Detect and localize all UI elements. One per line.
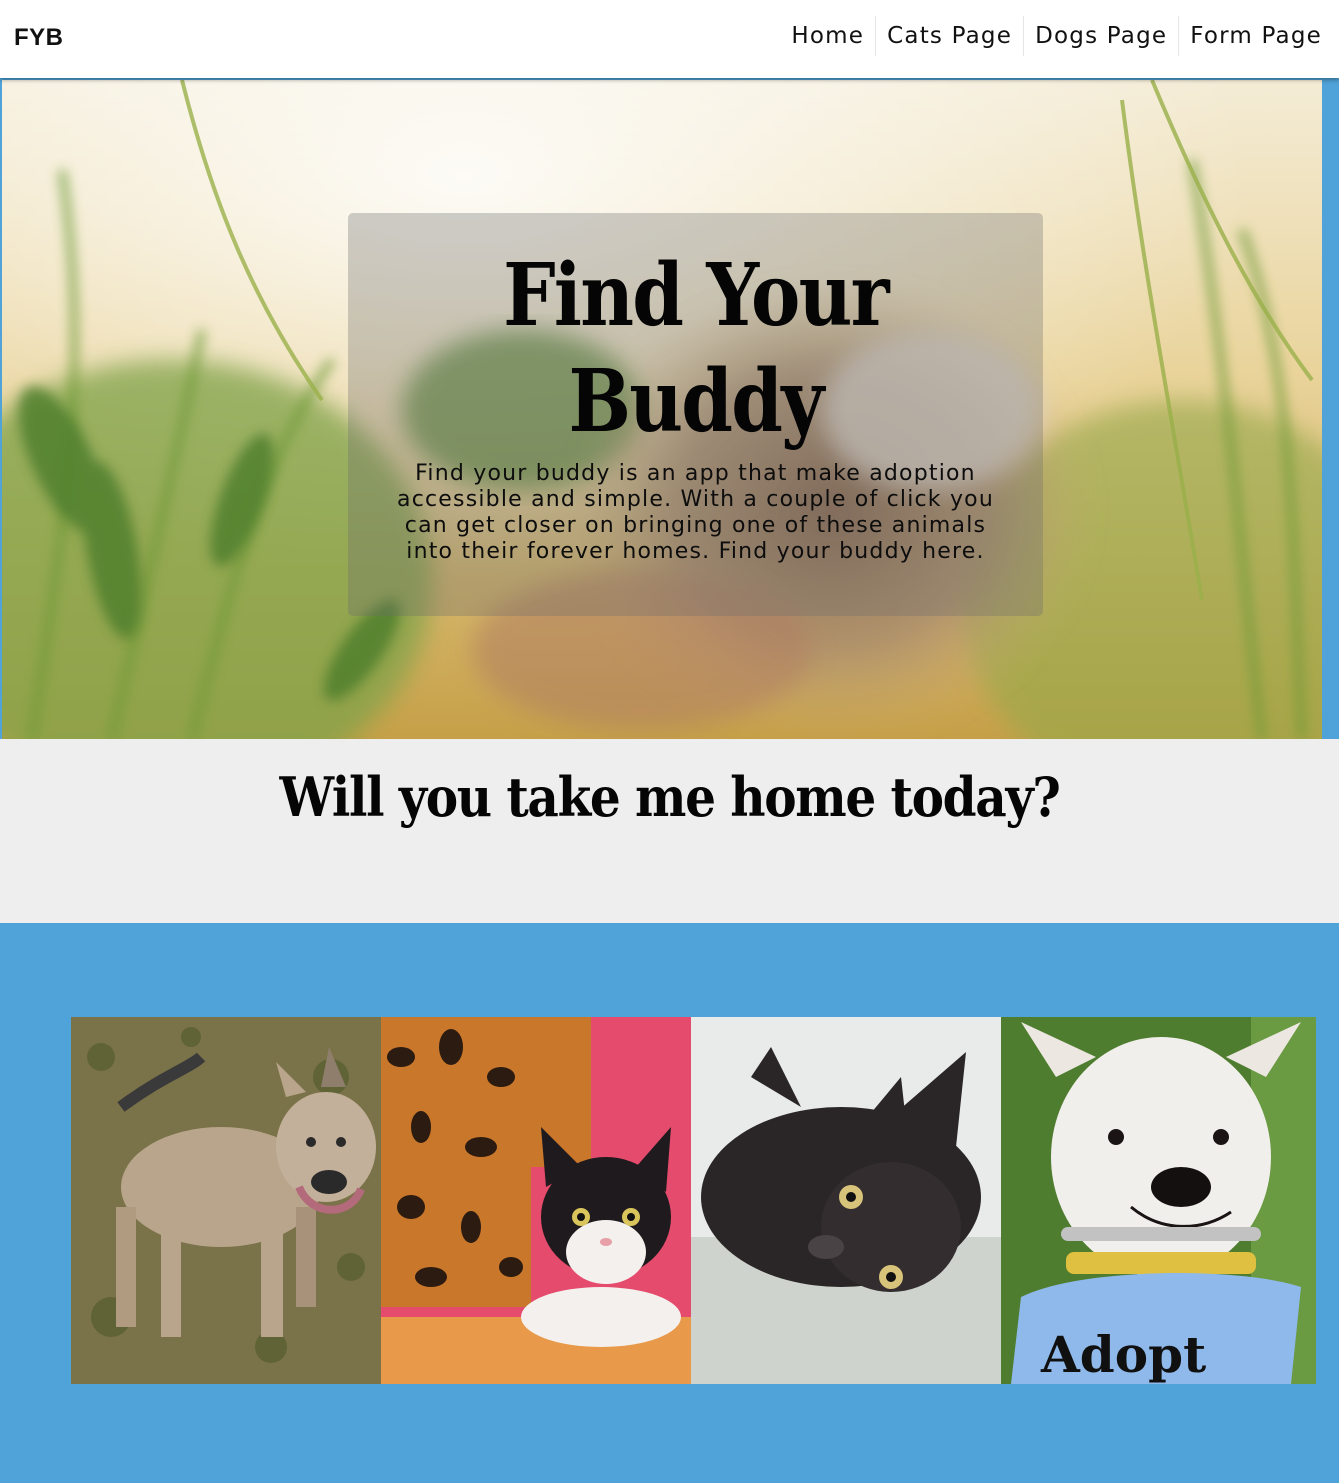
nav-link-cats-page[interactable]: Cats Page bbox=[875, 16, 1023, 56]
tagline-heading: Will you take me home today? bbox=[279, 765, 1061, 829]
dog-photo-tan-pitbull[interactable] bbox=[71, 1017, 381, 1384]
tagline-band: Will you take me home today? bbox=[0, 739, 1339, 923]
navbar: FYB Home Cats Page Dogs Page Form Page bbox=[0, 0, 1339, 78]
hero-title: Find Your Buddy bbox=[397, 243, 995, 455]
nav-link-home[interactable]: Home bbox=[780, 16, 875, 56]
cat-photo-tuxedo[interactable] bbox=[381, 1017, 691, 1384]
hero-title-line1: Find Your bbox=[503, 245, 890, 346]
hero-section: Find Your Buddy Find your buddy is an ap… bbox=[0, 78, 1339, 739]
nav-link-form-page[interactable]: Form Page bbox=[1178, 16, 1333, 56]
brand-logo[interactable]: FYB bbox=[14, 24, 64, 52]
cat-photo-black[interactable] bbox=[691, 1017, 1001, 1384]
hero-title-line2: Buddy bbox=[568, 351, 824, 452]
hero-description: Find your buddy is an app that make adop… bbox=[397, 461, 994, 564]
dog-photo-white-adopt-bandana[interactable]: Adopt bbox=[1001, 1017, 1316, 1384]
gallery-section: Adopt bbox=[0, 923, 1339, 1483]
pet-gallery: Adopt bbox=[71, 1017, 1316, 1384]
nav-link-dogs-page[interactable]: Dogs Page bbox=[1023, 16, 1178, 56]
bandana-text: Adopt bbox=[1040, 1325, 1206, 1384]
nav-links: Home Cats Page Dogs Page Form Page bbox=[780, 16, 1333, 56]
hero-card: Find Your Buddy Find your buddy is an ap… bbox=[348, 213, 1043, 616]
